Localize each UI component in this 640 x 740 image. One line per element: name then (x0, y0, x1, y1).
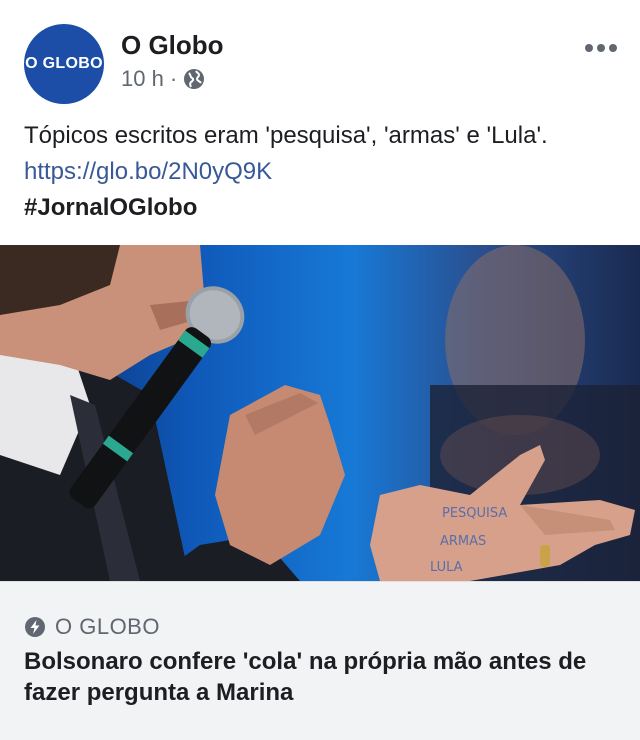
post-message: Tópicos escritos eram 'pesquisa', 'armas… (24, 122, 548, 149)
palm-writing-3: LULA (430, 560, 463, 575)
more-horizontal-icon[interactable] (583, 38, 619, 58)
facebook-post: O GLOBO O Globo 10 h · Tópicos escritos … (0, 0, 640, 740)
page-avatar[interactable]: O GLOBO (24, 24, 104, 104)
palm-writing-1: PESQUISA (442, 506, 507, 521)
link-preview-card[interactable]: O GLOBO Bolsonaro confere 'cola' na próp… (0, 581, 640, 740)
post-link[interactable]: https://glo.bo/2N0yQ9K (24, 158, 272, 185)
source-label: O GLOBO (55, 614, 160, 639)
post-hashtag[interactable]: #JornalOGlobo (24, 194, 197, 221)
post-meta: 10 h · (121, 66, 205, 92)
meta-separator: · (169, 66, 178, 91)
avatar-logo-text: O GLOBO (25, 55, 103, 72)
link-headline[interactable]: Bolsonaro confere 'cola' na própria mão … (24, 646, 616, 708)
link-source: O GLOBO (24, 614, 160, 640)
page-name[interactable]: O Globo (121, 30, 224, 61)
photo-illustration: PESQUISA ARMAS LULA (0, 245, 640, 581)
post-photo[interactable]: PESQUISA ARMAS LULA (0, 245, 640, 581)
globe-icon (184, 69, 205, 89)
post-text: Tópicos escritos eram 'pesquisa', 'armas… (24, 118, 616, 226)
palm-writing-2: ARMAS (440, 534, 486, 549)
instant-article-bolt-icon (25, 617, 45, 637)
post-header: O GLOBO O Globo 10 h · (0, 0, 640, 110)
timestamp[interactable]: 10 h (121, 66, 164, 92)
